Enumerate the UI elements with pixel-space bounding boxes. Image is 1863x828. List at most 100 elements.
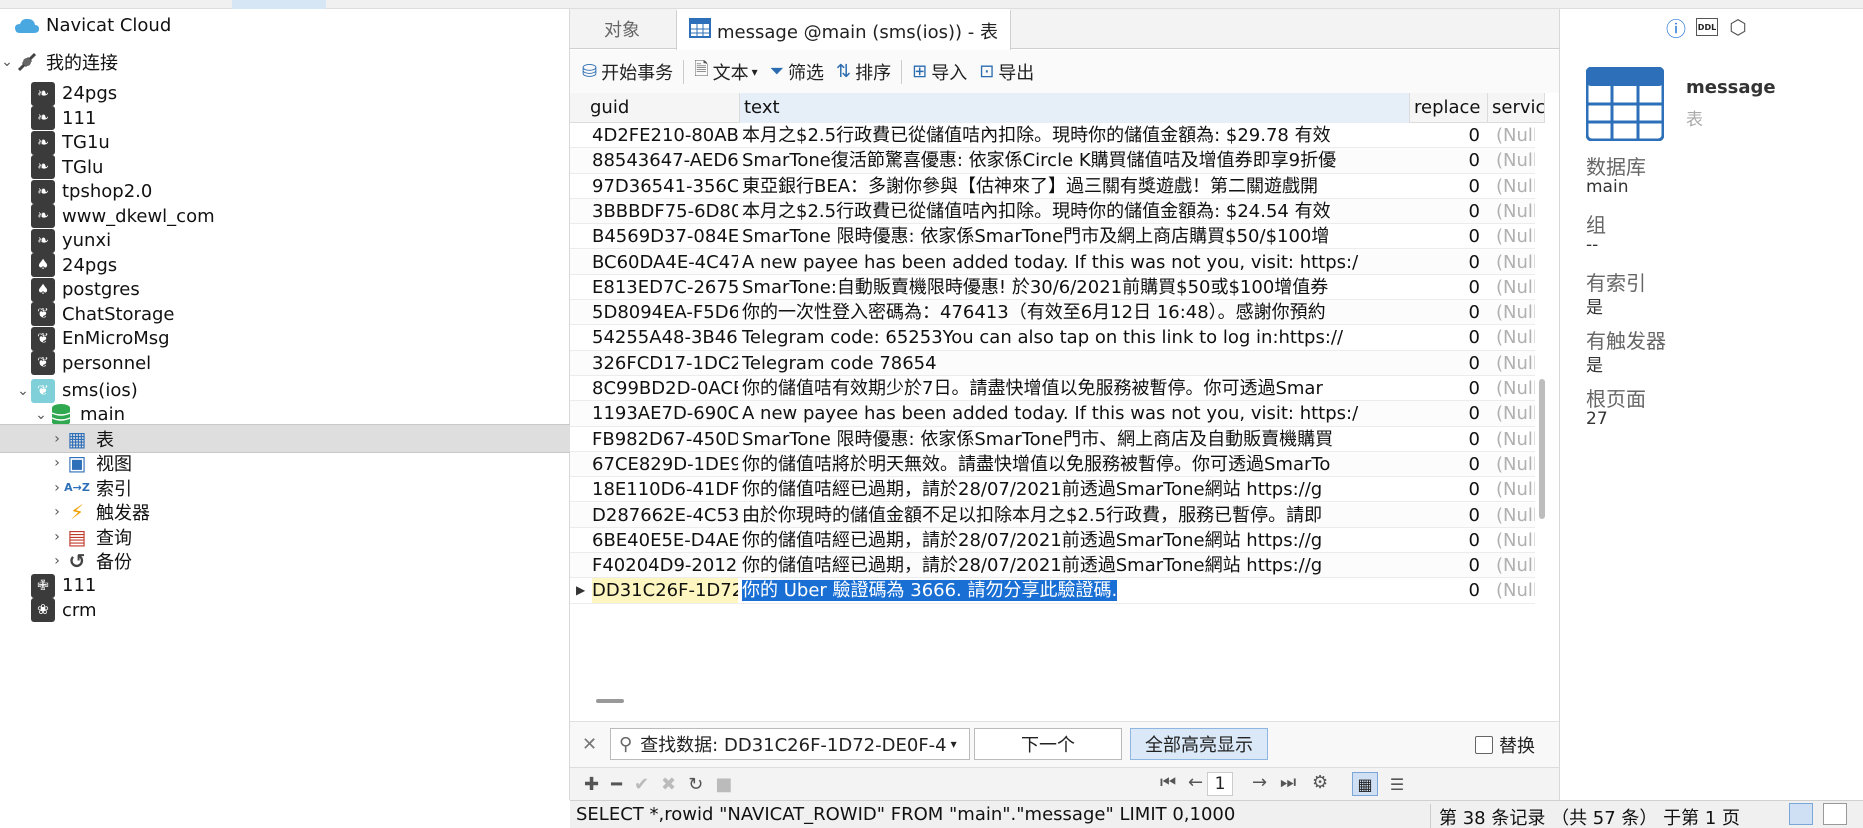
table-row[interactable]: 4D2FE210-80AB- 本月之$2.5行政費已從儲值咭內扣除。現時你的儲值金…	[570, 123, 1535, 149]
hexagon-icon[interactable]: ⬡	[1726, 15, 1750, 39]
cell-replace[interactable]: 0	[1410, 325, 1486, 350]
cell-guid[interactable]: B4569D37-084E-	[592, 224, 738, 249]
cell-guid[interactable]: 5D8094EA-F5D6	[592, 300, 738, 325]
cell-replace[interactable]: 0	[1410, 351, 1486, 376]
cell-text[interactable]: SmarTone:自動販賣機限時優惠! 於30/6/2021前購買$50或$10…	[742, 275, 1408, 300]
column-header-service-center[interactable]: service_center	[1488, 93, 1545, 123]
chevron-down-icon[interactable]: ⌄	[34, 407, 48, 423]
cell-service-center[interactable]: (Null)	[1488, 351, 1535, 376]
cell-guid[interactable]: E813ED7C-2675-	[592, 275, 738, 300]
cell-replace[interactable]: 0	[1410, 123, 1486, 148]
cell-text[interactable]: 你的儲值咭將於明天無效。請盡快增值以免服務被暫停。你可透過SmarTo	[742, 452, 1408, 477]
cell-guid[interactable]: 18E110D6-41DF-	[592, 477, 738, 502]
table-row[interactable]: 54255A48-3B46- Telegram code: 65253You ca…	[570, 325, 1535, 351]
add-record-icon[interactable]: ✚	[584, 774, 599, 795]
cell-service-center[interactable]: (Null)	[1488, 174, 1535, 199]
cell-guid[interactable]: 1193AE7D-690C-	[592, 401, 738, 426]
column-header-guid[interactable]: guid	[570, 93, 740, 123]
cell-text[interactable]: 你的 Uber 驗證碼為 3666. 請勿分享此驗證碼.	[742, 578, 1408, 603]
column-header-text[interactable]: text	[740, 93, 1410, 123]
prev-page-icon[interactable]: ←	[1188, 772, 1203, 793]
cell-replace[interactable]: 0	[1410, 199, 1486, 224]
cell-guid[interactable]: DD31C26F-1D72	[592, 578, 738, 604]
column-header-replace[interactable]: replace	[1410, 93, 1488, 123]
cell-guid[interactable]: F40204D9-2012-	[592, 553, 738, 578]
cell-text[interactable]: 你的儲值咭有效期少於7日。請盡快增值以免服務被暫停。你可透過Smar	[742, 376, 1408, 401]
delete-record-icon[interactable]: ━	[611, 774, 622, 795]
cell-guid[interactable]: 97D36541-356C-	[592, 174, 738, 199]
cell-text[interactable]: 你的儲值咭經已過期，請於28/07/2021前透過SmarTone網站 http…	[742, 477, 1408, 502]
cell-service-center[interactable]: (Null)	[1488, 427, 1535, 452]
cell-guid[interactable]: 8C99BD2D-0ACB	[592, 376, 738, 401]
page-number-input[interactable]: 1	[1207, 772, 1233, 796]
cell-guid[interactable]: 326FCD17-1DC2	[592, 351, 738, 376]
info-icon[interactable]: ⓘ	[1664, 15, 1688, 41]
begin-transaction-button[interactable]: ⛁ 开始事务	[576, 55, 679, 89]
tree-item-navicat-cloud[interactable]: Navicat Cloud	[0, 11, 570, 40]
cell-service-center[interactable]: (Null)	[1488, 325, 1535, 350]
cell-replace[interactable]: 0	[1410, 376, 1486, 401]
cell-guid[interactable]: FB982D67-450D-	[592, 427, 738, 452]
cell-text[interactable]: SmarTone復活節驚喜優惠: 依家係Circle K購買儲值咭及增值券即享9…	[742, 148, 1408, 173]
cell-service-center[interactable]: (Null)	[1488, 224, 1535, 249]
cell-replace[interactable]: 0	[1410, 427, 1486, 452]
cell-text[interactable]: SmarTone 限時優惠: 依家係SmarTone門市、網上商店及自動販賣機購…	[742, 427, 1408, 452]
cell-service-center[interactable]: (Null)	[1488, 553, 1535, 578]
cell-guid[interactable]: 88543647-AED6-	[592, 148, 738, 173]
chevron-right-icon[interactable]: ›	[50, 480, 64, 496]
cell-replace[interactable]: 0	[1410, 578, 1486, 603]
table-row[interactable]: F40204D9-2012- 你的儲值咭經已過期，請於28/07/2021前透過S…	[570, 553, 1535, 579]
cell-service-center[interactable]: (Null)	[1488, 148, 1535, 173]
next-page-icon[interactable]: →	[1252, 772, 1267, 793]
chevron-right-icon[interactable]: ›	[50, 455, 64, 471]
cell-text[interactable]: 由於你現時的儲值金額不足以扣除本月之$2.5行政費，服務已暫停。請即	[742, 503, 1408, 528]
gear-icon[interactable]: ⚙	[1312, 772, 1328, 793]
cell-service-center[interactable]: (Null)	[1488, 477, 1535, 502]
cell-text[interactable]: 本月之$2.5行政費已從儲值咭內扣除。現時你的儲值金額為: $29.78 有效	[742, 123, 1408, 148]
filter-button[interactable]: ⏷ 筛选	[764, 55, 830, 89]
cell-text[interactable]: SmarTone 限時優惠: 依家係SmarTone門市及網上商店購買$50/$…	[742, 224, 1408, 249]
cell-service-center[interactable]: (Null)	[1488, 376, 1535, 401]
cell-replace[interactable]: 0	[1410, 452, 1486, 477]
discard-icon[interactable]: ✖	[661, 774, 676, 795]
cell-guid[interactable]: 54255A48-3B46-	[592, 325, 738, 350]
cell-guid[interactable]: BC60DA4E-4C47	[592, 250, 738, 275]
close-icon[interactable]: ✕	[582, 734, 597, 755]
cell-replace[interactable]: 0	[1410, 401, 1486, 426]
panel-toggle-icon[interactable]	[1823, 803, 1847, 825]
cell-replace[interactable]: 0	[1410, 300, 1486, 325]
cell-guid[interactable]: 6BE40E5E-D4AE-	[592, 528, 738, 553]
cell-replace[interactable]: 0	[1410, 528, 1486, 553]
table-row[interactable]: 3BBBDF75-6D80- 本月之$2.5行政費已從儲值咭內扣除。現時你的儲值金…	[570, 198, 1535, 225]
cell-replace[interactable]: 0	[1410, 224, 1486, 249]
tree-item-db-object[interactable]: › ↺ 备份	[0, 547, 570, 576]
refresh-icon[interactable]: ↻	[688, 774, 703, 795]
tree-item-connection[interactable]: ❦ personnel	[0, 349, 570, 378]
caret-down-icon[interactable]: ▾	[951, 737, 957, 751]
cell-service-center[interactable]: (Null)	[1488, 199, 1535, 224]
text-view-button[interactable]: 🗎 文本 ▾	[688, 55, 764, 89]
highlight-all-button[interactable]: 全部高亮显示	[1130, 728, 1268, 760]
cell-service-center[interactable]: (Null)	[1488, 250, 1535, 275]
grid-view-icon[interactable]: ▦	[1352, 772, 1378, 796]
cell-replace[interactable]: 0	[1410, 503, 1486, 528]
table-row[interactable]: B4569D37-084E- SmarTone 限時優惠: 依家係SmarTone…	[570, 224, 1535, 250]
table-row[interactable]: BC60DA4E-4C47 A new payee has been added …	[570, 249, 1535, 275]
connection-tree[interactable]: Navicat Cloud ⌄ 我的连接 ⌄ ❦ sms(ios) ⌄ main…	[0, 9, 570, 800]
chevron-down-icon[interactable]: ⌄	[0, 54, 14, 70]
table-row[interactable]: E813ED7C-2675- SmarTone:自動販賣機限時優惠! 於30/6/…	[570, 275, 1535, 301]
cell-text[interactable]: A new payee has been added today. If thi…	[742, 401, 1408, 426]
tree-item-my-connections[interactable]: ⌄ 我的连接	[0, 47, 570, 76]
cell-replace[interactable]: 0	[1410, 553, 1486, 578]
chevron-right-icon[interactable]: ›	[50, 529, 64, 545]
cell-service-center[interactable]: (Null)	[1488, 578, 1535, 603]
import-button[interactable]: ⊞ 导入	[906, 55, 973, 89]
cell-guid[interactable]: D287662E-4C53-	[592, 503, 738, 528]
cell-text[interactable]: Telegram code 78654	[742, 351, 1408, 376]
replace-toggle[interactable]: 替换	[1475, 732, 1535, 758]
table-row[interactable]: 1193AE7D-690C- A new payee has been added…	[570, 401, 1535, 427]
cell-service-center[interactable]: (Null)	[1488, 275, 1535, 300]
table-row[interactable]: 88543647-AED6- SmarTone復活節驚喜優惠: 依家係Circle…	[570, 148, 1535, 174]
cell-text[interactable]: 本月之$2.5行政費已從儲值咭內扣除。現時你的儲值金額為: $24.54 有效	[742, 199, 1408, 224]
vertical-scrollbar[interactable]	[1539, 379, 1545, 519]
